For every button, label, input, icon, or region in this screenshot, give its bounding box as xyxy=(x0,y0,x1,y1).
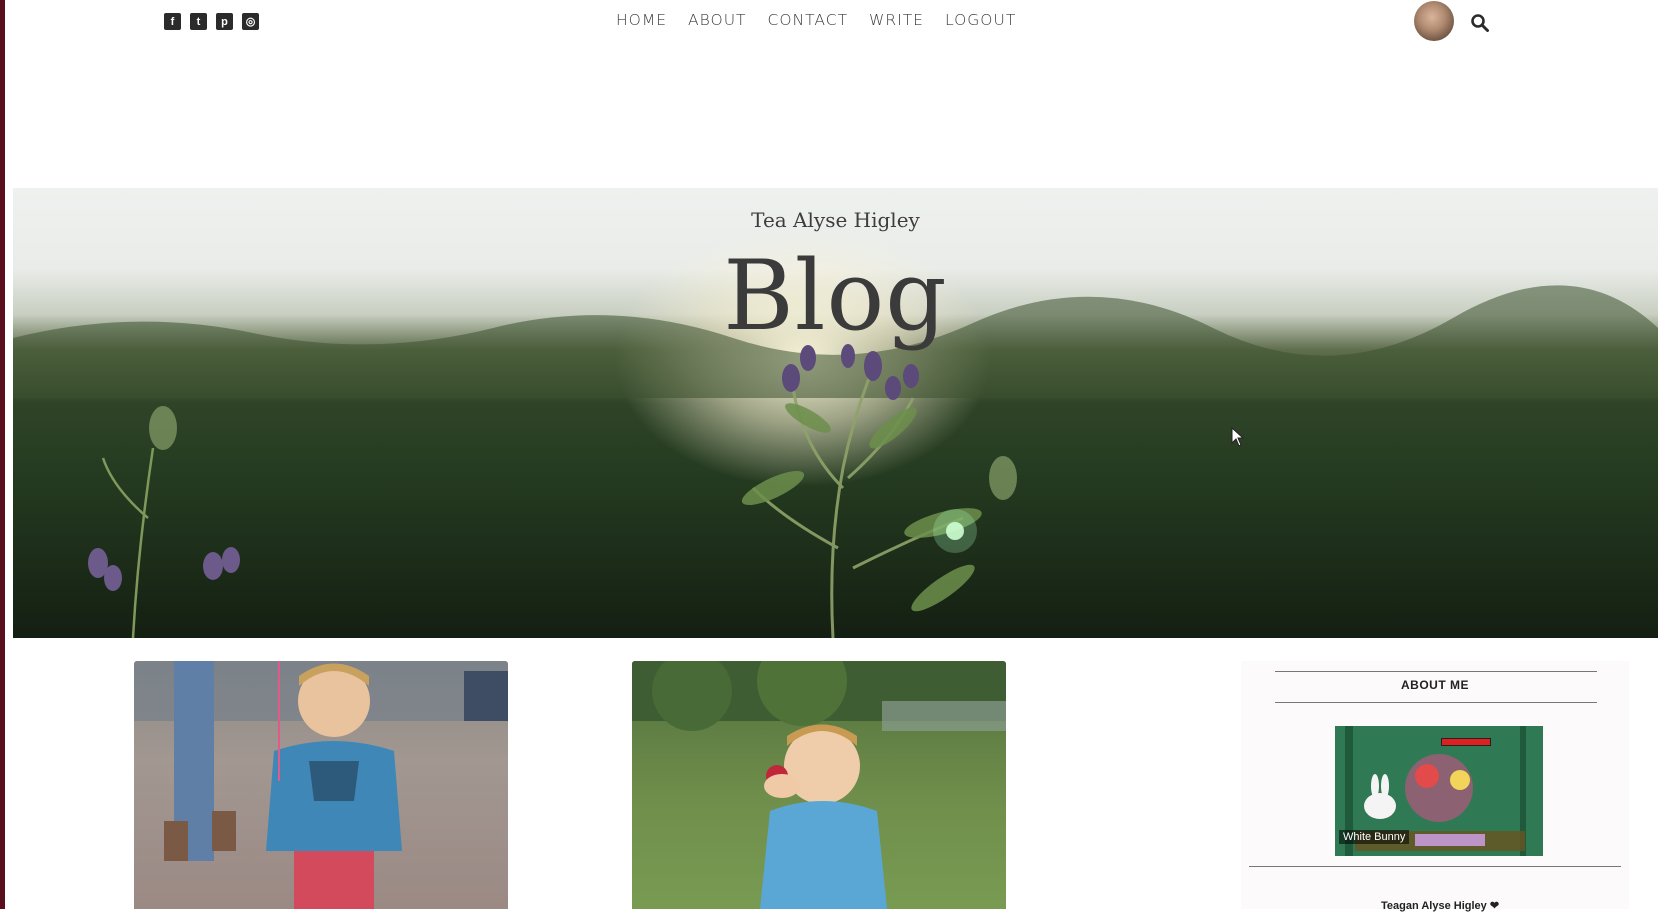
heading-rule-bottom xyxy=(1275,702,1597,703)
instagram-icon[interactable]: ◎ xyxy=(242,13,259,30)
nav-home[interactable]: HOME xyxy=(616,11,667,29)
post-card-2[interactable] xyxy=(632,661,1006,909)
image-divider xyxy=(1249,866,1621,867)
facebook-glyph: f xyxy=(170,15,175,28)
image-caption: White Bunny xyxy=(1339,830,1410,844)
post-image-2 xyxy=(632,661,1006,909)
post-image-1 xyxy=(134,661,508,909)
search-icon[interactable] xyxy=(1470,13,1490,33)
user-avatar[interactable] xyxy=(1414,1,1454,41)
twitter-icon[interactable]: t xyxy=(190,13,207,30)
hp-bar xyxy=(1441,738,1491,746)
nav-contact[interactable]: CONTACT xyxy=(768,11,849,29)
mouse-cursor xyxy=(1231,427,1245,447)
page-title: Blog xyxy=(723,240,948,352)
pinterest-glyph: p xyxy=(221,15,228,28)
top-bar: f t p ◎ HOME ABOUT CONTACT WRITE LOGOUT xyxy=(0,0,1658,46)
main-nav: HOME ABOUT CONTACT WRITE LOGOUT xyxy=(616,11,1016,29)
profile-name: Teagan Alyse Higley ❤ xyxy=(1381,900,1500,912)
instagram-glyph: ◎ xyxy=(245,16,256,28)
nav-write[interactable]: WRITE xyxy=(869,11,924,29)
twitter-glyph: t xyxy=(196,15,201,28)
left-edge-stripe xyxy=(0,0,5,909)
heading-rule-top xyxy=(1275,671,1597,672)
pinterest-icon[interactable]: p xyxy=(216,13,233,30)
site-author: Tea Alyse Higley xyxy=(751,208,920,232)
facebook-icon[interactable]: f xyxy=(164,13,181,30)
about-me-heading: ABOUT ME xyxy=(1401,678,1469,692)
social-links: f t p ◎ xyxy=(164,13,259,30)
hero-banner: Tea Alyse Higley Blog xyxy=(13,188,1658,638)
about-me-image[interactable]: White Bunny xyxy=(1335,726,1543,856)
sidebar-about: ABOUT ME White Bunny Teagan Alyse Higley… xyxy=(1241,661,1629,912)
post-card-1[interactable] xyxy=(134,661,508,909)
nav-logout[interactable]: LOGOUT xyxy=(945,11,1016,29)
nav-about[interactable]: ABOUT xyxy=(688,11,747,29)
